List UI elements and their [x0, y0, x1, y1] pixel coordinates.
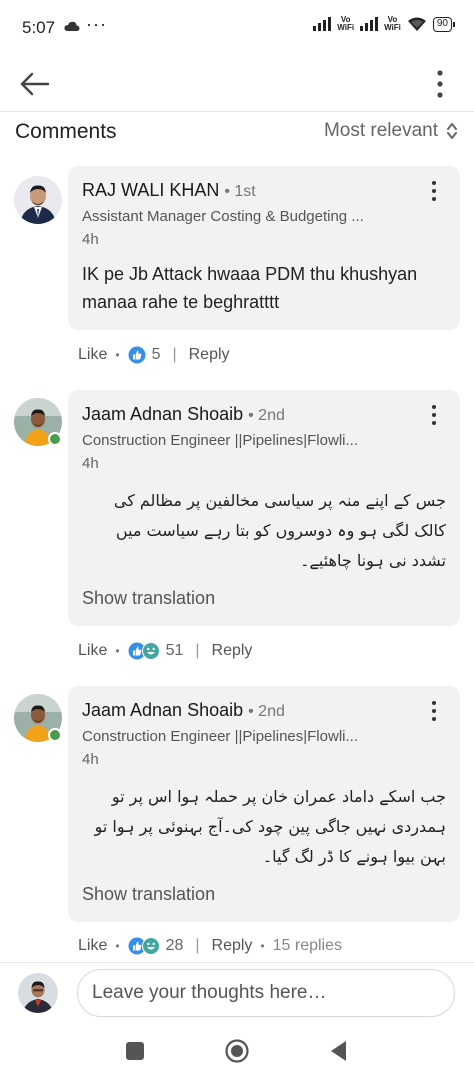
comment: RAJ WALI KHAN • 1st Assistant Manager Co… — [0, 166, 474, 376]
author-name[interactable]: Jaam Adnan Shoaib — [82, 404, 243, 425]
separator-pipe: | — [195, 937, 200, 954]
avatar[interactable] — [14, 176, 62, 224]
author-headline: Construction Engineer ||Pipelines|Flowli… — [82, 728, 358, 745]
reply-button[interactable]: Reply — [212, 937, 253, 955]
connection-degree: • 2nd — [248, 703, 285, 720]
sort-dropdown[interactable]: Most relevant — [324, 120, 458, 142]
comment-input[interactable] — [77, 969, 455, 1017]
comment: Jaam Adnan Shoaib • 2nd Construction Eng… — [0, 390, 474, 670]
funny-reaction-icon — [141, 642, 160, 660]
cloud-icon — [64, 21, 80, 31]
separator-dot: • — [115, 644, 120, 658]
separator-dot: • — [115, 348, 120, 362]
online-status-icon — [48, 728, 62, 742]
author-name[interactable]: Jaam Adnan Shoaib — [82, 700, 243, 721]
comment-actions: Like • 5 | Reply — [78, 346, 230, 364]
author-line: Jaam Adnan Shoaib • 2nd — [82, 700, 285, 721]
recent-apps-icon[interactable] — [122, 1038, 148, 1064]
separator-pipe: | — [195, 642, 200, 659]
arrow-left-icon[interactable] — [16, 66, 52, 102]
funny-reaction-icon — [141, 937, 160, 955]
author-headline: Assistant Manager Costing & Budgeting ..… — [82, 208, 364, 225]
home-icon[interactable] — [224, 1038, 250, 1064]
reply-button[interactable]: Reply — [189, 346, 230, 364]
back-triangle-icon[interactable] — [326, 1038, 352, 1064]
wifi-icon — [407, 17, 426, 31]
comments-title: Comments — [15, 120, 117, 143]
comment-time: 4h — [82, 751, 99, 768]
current-user-avatar — [18, 973, 58, 1013]
author-name[interactable]: RAJ WALI KHAN — [82, 180, 219, 201]
status-bar: 5:07 ··· Vo WiFi Vo WiFi 90 — [0, 0, 474, 56]
comment-menu-icon[interactable] — [426, 180, 442, 202]
comment-bubble: Jaam Adnan Shoaib • 2nd Construction Eng… — [68, 390, 460, 626]
vowifi-label: Vo WiFi — [337, 15, 355, 32]
like-reaction-icon — [128, 346, 146, 364]
comment-menu-icon[interactable] — [426, 700, 442, 722]
reaction-count[interactable]: 51 — [166, 642, 184, 660]
comment-time: 4h — [82, 231, 99, 248]
sort-label: Most relevant — [323, 120, 438, 141]
comment-composer — [0, 962, 474, 1024]
status-more-icon: ··· — [86, 14, 107, 34]
separator-dot: • — [115, 939, 120, 953]
system-nav-bar — [0, 1024, 474, 1079]
reaction-count[interactable]: 28 — [166, 937, 184, 955]
status-icons: Vo WiFi Vo WiFi 90 — [313, 15, 456, 32]
more-vertical-icon[interactable] — [426, 66, 454, 102]
comment-text: جب اسکے داماد عمران خان پر حملہ ہوا اس پ… — [94, 787, 446, 866]
show-translation-button[interactable]: Show translation — [82, 884, 215, 905]
like-button[interactable]: Like — [78, 937, 107, 955]
avatar-image — [18, 973, 58, 1013]
status-time: 5:07 — [22, 18, 56, 37]
comment-menu-icon[interactable] — [426, 404, 442, 426]
comment-time: 4h — [82, 455, 99, 472]
online-status-icon — [48, 432, 62, 446]
reaction-count[interactable]: 5 — [152, 346, 161, 364]
comment-bubble: Jaam Adnan Shoaib • 2nd Construction Eng… — [68, 686, 460, 922]
comment-text: IK pe Jb Attack hwaaa PDM thu khushyan m… — [82, 264, 418, 312]
comment-text: جس کے اپنے منہ پر سیاسی مخالفین پر مظالم… — [113, 491, 446, 570]
signal-icon — [313, 17, 332, 31]
app-header — [0, 56, 474, 112]
like-button[interactable]: Like — [78, 346, 107, 364]
comment: Jaam Adnan Shoaib • 2nd Construction Eng… — [0, 686, 474, 961]
separator-pipe: | — [172, 346, 177, 363]
author-line: RAJ WALI KHAN • 1st — [82, 180, 256, 201]
replies-link[interactable]: 15 replies — [273, 937, 342, 955]
comment-actions: Like • 28 | Reply • 15 replies — [78, 937, 342, 955]
like-button[interactable]: Like — [78, 642, 107, 660]
comment-bubble: RAJ WALI KHAN • 1st Assistant Manager Co… — [68, 166, 460, 330]
separator-dot: • — [260, 939, 265, 953]
show-translation-button[interactable]: Show translation — [82, 588, 215, 609]
comments-bar: Comments Most relevant — [0, 112, 474, 152]
battery-indicator: 90 — [432, 16, 456, 32]
author-headline: Construction Engineer ||Pipelines|Flowli… — [82, 432, 358, 449]
vowifi-label-2: Vo WiFi — [384, 15, 401, 32]
reply-button[interactable]: Reply — [212, 642, 253, 660]
reaction-icons[interactable] — [128, 346, 146, 364]
comment-actions: Like • 51 | Reply — [78, 642, 252, 660]
avatar-image — [14, 176, 62, 224]
reaction-icons[interactable] — [128, 642, 160, 660]
author-line: Jaam Adnan Shoaib • 2nd — [82, 404, 285, 425]
connection-degree: • 2nd — [248, 407, 285, 424]
connection-degree: • 1st — [224, 183, 256, 200]
signal-icon-2 — [360, 17, 379, 31]
reaction-icons[interactable] — [128, 937, 160, 955]
sort-chevron-icon — [447, 123, 457, 139]
